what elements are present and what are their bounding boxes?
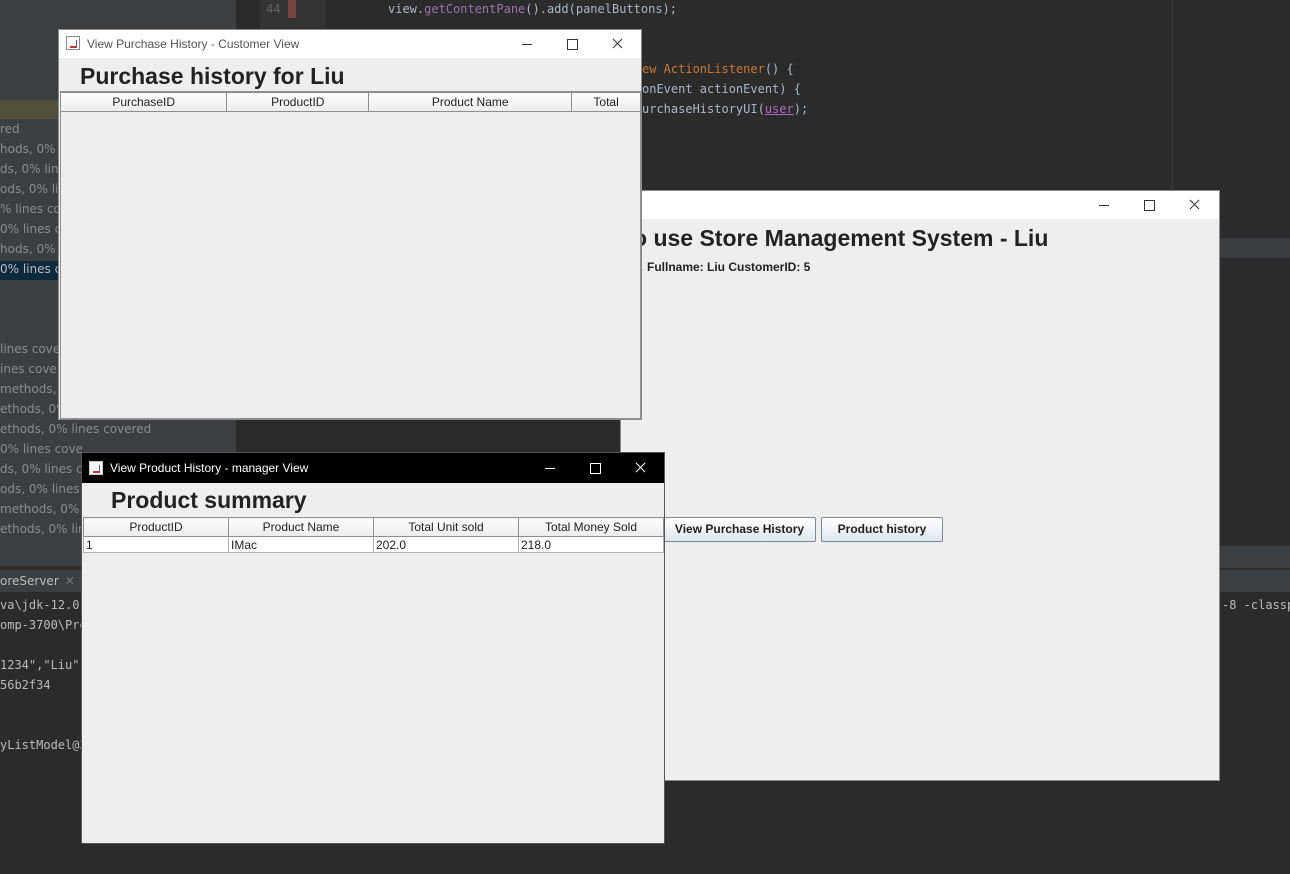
cell-total-unit-sold[interactable]: 202.0 [373, 536, 519, 553]
close-icon[interactable] [595, 30, 640, 58]
code-text: view. [388, 2, 425, 16]
code-text: () { [764, 62, 794, 76]
window-title: View Purchase History - Customer View [87, 37, 300, 51]
code-line[interactable]: ew ActionListener() { [642, 62, 794, 76]
coverage-marker [288, 0, 296, 18]
editor-band [1220, 546, 1290, 568]
console-line: yListModel@3 [0, 738, 87, 752]
column-header-total-money-sold[interactable]: Total Money Sold [518, 517, 664, 537]
coverage-line[interactable]: ds, 0% lines cov [0, 462, 82, 476]
purchase-history-window[interactable]: View Purchase History - Customer View Pu… [58, 29, 642, 420]
console-line: 1234","Liu", [0, 658, 87, 672]
coverage-line[interactable]: ines covere [0, 362, 58, 376]
cell-productid[interactable]: 1 [83, 536, 229, 553]
code-line[interactable]: onEvent actionEvent) { [642, 82, 801, 96]
product-history-window[interactable]: View Product History - manager View Prod… [81, 452, 665, 844]
run-tab[interactable]: oreServer ✕ [0, 570, 75, 592]
coverage-line[interactable]: hods, 0% lin [0, 142, 58, 156]
column-header-total-unit-sold[interactable]: Total Unit sold [373, 517, 519, 537]
console-line: 56b2f34 [0, 678, 51, 692]
coverage-line-selected[interactable]: 0% lines co [0, 261, 58, 280]
console-line: omp-3700\Pro [0, 618, 87, 632]
java-icon [66, 36, 80, 50]
product-table[interactable]: ProductID Product Name Total Unit sold T… [83, 517, 664, 553]
product-window-titlebar[interactable]: View Product History - manager View [82, 453, 664, 483]
close-icon[interactable] [1172, 191, 1217, 219]
minimize-icon[interactable] [505, 30, 550, 58]
coverage-line[interactable]: % lines cove [0, 202, 58, 216]
run-tab-label: oreServer [0, 574, 59, 588]
purchase-window-titlebar[interactable]: View Purchase History - Customer View [59, 30, 641, 58]
line-number: 44 [266, 2, 281, 16]
coverage-line[interactable]: ethods, 0% lines covered [0, 422, 236, 436]
close-icon[interactable]: ✕ [65, 574, 75, 588]
coverage-line[interactable]: methods, 0% [0, 382, 58, 396]
cell-product-name[interactable]: IMac [228, 536, 374, 553]
coverage-line[interactable]: methods, 0% li [0, 502, 82, 516]
close-icon[interactable] [618, 454, 663, 482]
coverage-line[interactable]: ods, 0% lines co [0, 482, 82, 496]
minimize-icon[interactable] [528, 454, 573, 482]
maximize-icon[interactable] [573, 454, 618, 482]
main-window-titlebar[interactable] [621, 191, 1219, 219]
coverage-line[interactable]: red [0, 122, 58, 136]
purchase-history-heading: Purchase history for Liu [80, 63, 345, 89]
right-margin-guide [1172, 0, 1173, 190]
coverage-line[interactable]: ds, 0% lines [0, 162, 58, 176]
coverage-highlight [0, 100, 58, 119]
column-header-total[interactable]: Total [571, 92, 641, 112]
column-header-productid[interactable]: ProductID [226, 92, 370, 112]
coverage-line[interactable]: ods, 0% line [0, 182, 58, 196]
coverage-line[interactable]: hods, 0% lin [0, 242, 58, 256]
product-summary-heading: Product summary [111, 487, 307, 513]
coverage-line[interactable]: ethods, 0% [0, 402, 58, 416]
column-header-purchaseid[interactable]: PurchaseID [59, 92, 228, 112]
window-title: View Product History - manager View [110, 461, 309, 475]
code-line[interactable]: view.getContentPane().add(panelButtons); [388, 2, 677, 16]
coverage-line[interactable]: 0% lines cov [0, 222, 58, 236]
purchase-table-viewport[interactable] [60, 91, 641, 419]
column-header-productid[interactable]: ProductID [83, 517, 229, 537]
code-text: urchaseHistoryUI( [642, 102, 765, 116]
maximize-icon[interactable] [1127, 191, 1172, 219]
code-text: ); [793, 102, 809, 116]
column-header-product-name[interactable]: Product Name [368, 92, 573, 112]
code-method: getContentPane [424, 2, 526, 16]
editor-highlight [1220, 238, 1290, 258]
console-line: va\jdk-12.0. [0, 598, 87, 612]
code-variable: user [764, 102, 794, 116]
coverage-line[interactable]: 0% lines covered [0, 442, 82, 456]
view-purchase-history-button[interactable]: View Purchase History [663, 517, 816, 542]
cell-total-money-sold[interactable]: 218.0 [518, 536, 664, 553]
purchase-table[interactable]: PurchaseID ProductID Product Name Total [59, 92, 641, 112]
column-header-product-name[interactable]: Product Name [228, 517, 374, 537]
maximize-icon[interactable] [550, 30, 595, 58]
table-row[interactable]: 1 IMac 202.0 218.0 [83, 536, 664, 553]
customer-info: Fullname: Liu CustomerID: 5 [647, 260, 811, 274]
code-text: ew ActionListener [642, 62, 765, 76]
main-window[interactable]: o use Store Management System - Liu Full… [620, 190, 1220, 781]
coverage-line[interactable]: lines covere [0, 342, 58, 356]
minimize-icon[interactable] [1082, 191, 1127, 219]
java-icon [89, 461, 103, 475]
code-text: ().add(panelButtons); [525, 2, 677, 16]
code-line[interactable]: urchaseHistoryUI(user); [642, 102, 808, 116]
product-history-button[interactable]: Product history [821, 517, 943, 542]
coverage-line[interactable]: ethods, 0% line [0, 522, 82, 536]
welcome-heading: o use Store Management System - Liu [633, 225, 1049, 251]
console-line: -8 -classpa [1222, 598, 1290, 612]
